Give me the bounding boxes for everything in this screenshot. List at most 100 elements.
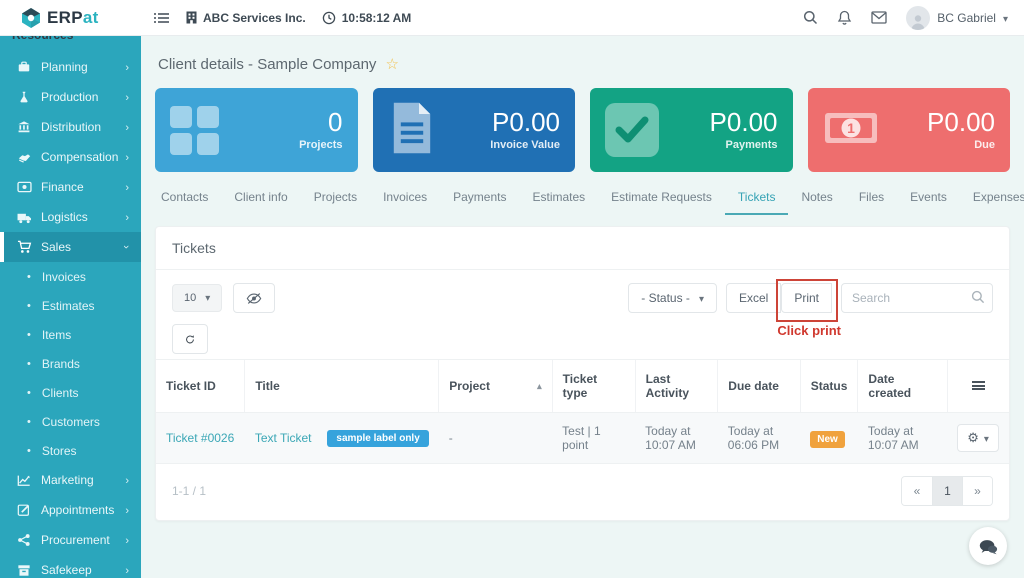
next-page-button[interactable]: » — [962, 477, 992, 505]
company-selector[interactable]: ABC Services Inc. — [186, 11, 306, 25]
main-content: Client details - Sample Company 0 Projec… — [141, 36, 1024, 578]
sidebar-subitem-estimates[interactable]: Estimates — [0, 291, 141, 320]
sidebar-item-finance[interactable]: Finance — [0, 172, 141, 202]
prev-page-button[interactable]: « — [902, 477, 932, 505]
col-title[interactable]: Title — [244, 359, 439, 413]
tab-projects[interactable]: Projects — [301, 190, 370, 215]
due-value: P0.00 — [927, 106, 995, 137]
bell-icon[interactable] — [837, 10, 852, 25]
invoice-value: P0.00 — [492, 106, 560, 137]
col-project[interactable]: Project — [438, 359, 553, 413]
stat-card-payments: P0.00 Payments — [590, 88, 793, 172]
sidebar-item-sales[interactable]: Sales — [0, 232, 141, 262]
chevron-down-icon — [205, 292, 210, 304]
sidebar-subitem-invoices[interactable]: Invoices — [0, 262, 141, 291]
chat-bubbles-icon — [979, 539, 998, 554]
archive-box-icon — [16, 564, 32, 577]
status-badge: New — [810, 431, 845, 448]
user-name: BC Gabriel — [937, 10, 996, 25]
col-ticket-type[interactable]: Ticket type — [551, 359, 636, 413]
toggle-columns-button[interactable] — [233, 283, 276, 313]
sidebar-subitem-stores[interactable]: Stores — [0, 436, 141, 465]
stat-card-due: 1 P0.00 Due — [807, 88, 1010, 172]
sidebar-clipped-item: Resources — [0, 36, 141, 44]
sidebar-subitem-items[interactable]: Items — [0, 320, 141, 349]
favorite-star-icon[interactable] — [385, 55, 398, 73]
gear-icon — [967, 430, 979, 446]
sidebar-item-logistics[interactable]: Logistics — [0, 202, 141, 232]
user-menu[interactable]: BC Gabriel — [906, 5, 1008, 30]
list-toggle-icon[interactable] — [153, 11, 170, 25]
chat-fab-button[interactable] — [969, 527, 1007, 565]
pagination: « 1 » — [901, 476, 993, 506]
chevron-right-icon — [125, 60, 129, 74]
projects-grid-icon — [170, 105, 219, 155]
chevron-right-icon — [125, 563, 129, 577]
logo[interactable]: ERPat — [0, 7, 141, 29]
tab-payments[interactable]: Payments — [440, 190, 519, 215]
page-number-button[interactable]: 1 — [932, 477, 962, 505]
tab-contacts[interactable]: Contacts — [155, 190, 221, 215]
chevron-right-icon — [125, 533, 129, 547]
sidebar-item-planning[interactable]: Planning — [0, 52, 141, 82]
tab-estimates[interactable]: Estimates — [519, 190, 598, 215]
sidebar-item-marketing[interactable]: Marketing — [0, 465, 141, 495]
table-controls: 10 ▾ - Status - ▾ Excel Print Search Cli… — [156, 270, 1009, 357]
col-date-created[interactable]: Date created — [857, 359, 948, 413]
chevron-right-icon — [125, 210, 129, 224]
sort-asc-icon — [537, 381, 542, 392]
tab-invoices[interactable]: Invoices — [370, 190, 440, 215]
chevron-down-icon — [984, 431, 989, 445]
excel-export-button[interactable]: Excel — [725, 283, 782, 313]
row-actions-button[interactable] — [957, 424, 999, 452]
tab-client-info[interactable]: Client info — [221, 190, 300, 215]
building-icon — [186, 11, 197, 24]
payments-label: Payments — [725, 139, 778, 152]
sidebar-subitem-clients[interactable]: Clients — [0, 378, 141, 407]
ticket-type: Test | 1 point — [552, 412, 636, 463]
sidebar-item-appointments[interactable]: Appointments — [0, 495, 141, 525]
tab-files[interactable]: Files — [846, 190, 897, 215]
tickets-panel: Tickets 10 ▾ - Status - ▾ Excel Print Se… — [155, 226, 1010, 521]
col-last-activity[interactable]: Last Activity — [634, 359, 718, 413]
column-settings-header[interactable] — [946, 359, 1009, 413]
invoice-label: Invoice Value — [490, 139, 560, 152]
envelope-icon[interactable] — [871, 11, 887, 24]
menu-bars-icon — [971, 381, 985, 390]
stat-cards: 0 Projects P0.00 Invoice Value P0.00 Pay… — [155, 88, 1010, 172]
ticket-title-link[interactable]: Text Ticket — [255, 431, 312, 445]
tab-events[interactable]: Events — [897, 190, 960, 215]
sidebar-subitem-customers[interactable]: Customers — [0, 407, 141, 436]
projects-value: 0 — [328, 106, 343, 137]
page-title: Client details - Sample Company — [158, 55, 1010, 73]
refresh-button[interactable] — [172, 324, 208, 354]
ticket-date-created: Today at 10:07 AM — [857, 412, 948, 463]
sidebar-item-procurement[interactable]: Procurement — [0, 525, 141, 555]
col-ticket-id[interactable]: Ticket ID — [156, 359, 245, 413]
logo-text: ERPat — [47, 7, 99, 27]
print-button[interactable]: Print — [781, 283, 832, 313]
search-icon[interactable] — [803, 10, 818, 25]
sidebar-item-production[interactable]: Production — [0, 82, 141, 112]
sidebar-item-distribution[interactable]: Distribution — [0, 112, 141, 142]
sidebar-item-compensation[interactable]: Compensation — [0, 142, 141, 172]
table-header-row: Ticket ID Title Project Ticket type Last… — [156, 359, 1009, 413]
tab-estimate-requests[interactable]: Estimate Requests — [598, 190, 725, 215]
edit-square-icon — [16, 503, 32, 517]
ticket-id-link[interactable]: Ticket #0026 — [166, 431, 234, 445]
col-status[interactable]: Status — [799, 359, 858, 413]
tab-tickets[interactable]: Tickets — [724, 190, 789, 215]
sidebar-item-safekeep[interactable]: Safekeep — [0, 555, 141, 578]
tab-expenses[interactable]: Expenses — [960, 190, 1024, 215]
table-footer: 1-1 / 1 « 1 » — [156, 463, 1009, 520]
share-nodes-icon — [16, 533, 32, 547]
page-size-select[interactable]: 10 — [172, 284, 223, 312]
status-filter-dropdown[interactable]: - Status - — [628, 283, 717, 313]
col-due-date[interactable]: Due date — [717, 359, 801, 413]
stat-card-invoice-value: P0.00 Invoice Value — [372, 88, 575, 172]
chevron-right-icon — [125, 473, 129, 487]
ticket-due-date: Today at 06:06 PM — [717, 412, 801, 463]
chevron-right-icon — [125, 180, 129, 194]
tab-notes[interactable]: Notes — [788, 190, 845, 215]
sidebar-subitem-brands[interactable]: Brands — [0, 349, 141, 378]
